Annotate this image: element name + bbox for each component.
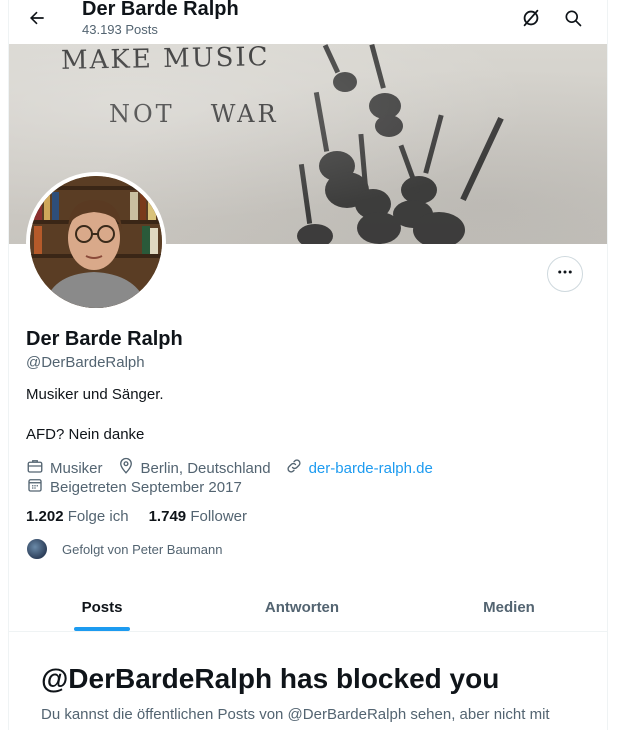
avatar-photo bbox=[30, 176, 162, 308]
active-tab-indicator bbox=[74, 627, 130, 631]
tab-posts[interactable]: Posts bbox=[9, 583, 195, 631]
joined-row: Beigetreten September 2017 bbox=[26, 476, 256, 500]
follower-avatar bbox=[26, 538, 48, 560]
banner-word-not: NOT bbox=[109, 100, 175, 128]
followers-count: 1.749 bbox=[148, 508, 187, 525]
joined-item: Beigetreten September 2017 bbox=[26, 476, 242, 500]
header-title-group: Der Barde Ralph 43.193 Posts bbox=[82, 0, 239, 38]
blocked-title: @DerBardeRalph has blocked you bbox=[41, 663, 500, 694]
follow-stats: 1.202 Folge ich 1.749 Follower bbox=[26, 507, 267, 527]
followers-link[interactable]: 1.749 Follower bbox=[149, 507, 247, 527]
grok-button[interactable] bbox=[517, 6, 545, 34]
followed-by-text: Gefolgt von Peter Baumann bbox=[62, 541, 223, 557]
top-bar: Der Barde Ralph 43.193 Posts bbox=[9, 0, 607, 44]
search-button[interactable] bbox=[559, 6, 587, 34]
calendar-icon bbox=[26, 476, 50, 500]
followed-by-row[interactable]: Gefolgt von Peter Baumann bbox=[26, 538, 222, 560]
blocked-description: Du kannst die öffentlichen Posts von @De… bbox=[41, 706, 550, 723]
profile-avatar[interactable] bbox=[26, 172, 166, 312]
following-label: Folge ich bbox=[67, 508, 129, 525]
profile-handle: @DerBardeRalph bbox=[26, 354, 145, 371]
post-count: 43.193 Posts bbox=[82, 22, 158, 37]
search-icon bbox=[563, 8, 583, 33]
tab-replies-label: Antworten bbox=[264, 598, 340, 616]
banner-word-war: WAR bbox=[210, 100, 279, 128]
following-link[interactable]: 1.202 Folge ich bbox=[26, 507, 129, 527]
website-link[interactable]: der-barde-ralph.de bbox=[309, 459, 433, 479]
banner-text-line2: NOT WAR bbox=[109, 100, 315, 128]
profile-tabs: Posts Antworten Medien bbox=[9, 583, 607, 632]
banner-text-line1: MAKE MUSIC bbox=[60, 44, 270, 76]
header-title: Der Barde Ralph bbox=[82, 0, 239, 20]
website-item[interactable]: der-barde-ralph.de bbox=[285, 457, 433, 481]
arrow-left-icon bbox=[27, 8, 47, 33]
tab-replies[interactable]: Antworten bbox=[195, 583, 409, 631]
more-icon bbox=[556, 263, 574, 286]
link-icon bbox=[285, 457, 309, 481]
guitar-silhouettes-graphic bbox=[297, 44, 504, 244]
tab-media-label: Medien bbox=[483, 598, 535, 616]
slashed-circle-icon bbox=[520, 7, 542, 34]
back-button[interactable] bbox=[23, 6, 51, 34]
tab-posts-label: Posts bbox=[81, 598, 123, 616]
more-options-button[interactable] bbox=[547, 256, 583, 292]
profile-bio-line1: Musiker und Sänger. bbox=[26, 386, 164, 403]
following-count: 1.202 bbox=[26, 508, 64, 525]
profile-page: Der Barde Ralph 43.193 Posts MAKE MUSIC … bbox=[8, 0, 608, 730]
profile-name: Der Barde Ralph bbox=[26, 328, 183, 350]
tab-media[interactable]: Medien bbox=[409, 583, 607, 631]
joined-label: Beigetreten September 2017 bbox=[50, 479, 242, 496]
profile-bio-line2: AFD? Nein danke bbox=[26, 426, 145, 443]
followers-label: Follower bbox=[190, 508, 247, 525]
